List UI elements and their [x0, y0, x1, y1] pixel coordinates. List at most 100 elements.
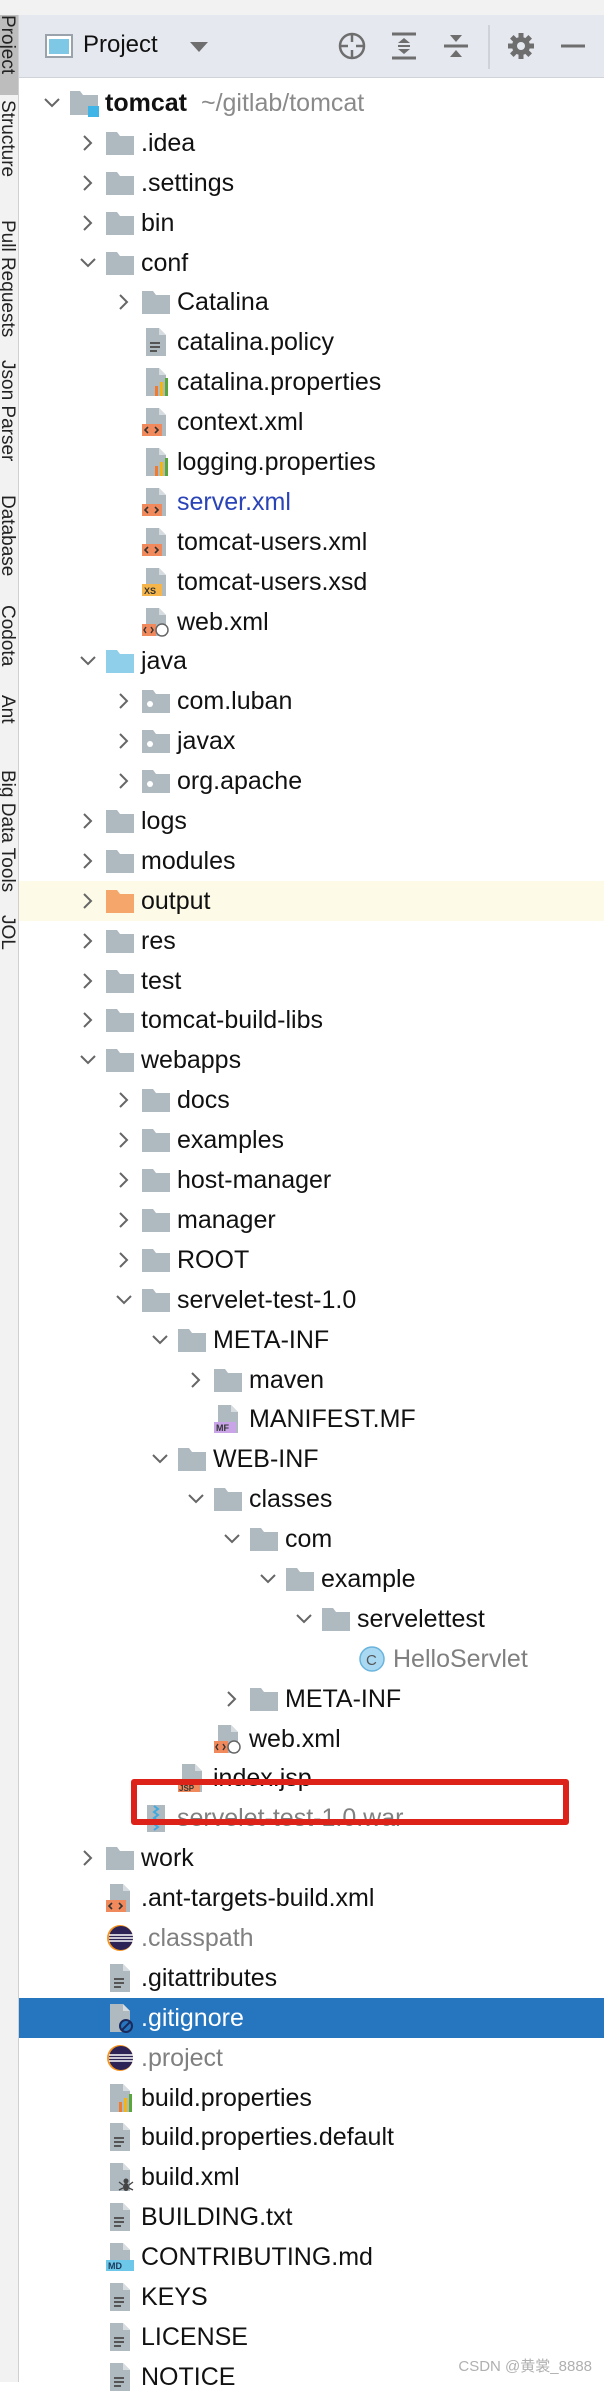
sidebar-tab-jol[interactable]: JOL	[0, 915, 18, 975]
minimize-icon[interactable]	[558, 31, 588, 61]
tree-row[interactable]: catalina.policy	[19, 322, 604, 362]
chevron-right-icon[interactable]	[78, 891, 98, 911]
tree-row[interactable]: logging.properties	[19, 442, 604, 482]
tree-row[interactable]: docs	[19, 1080, 604, 1120]
tree-row[interactable]: com.luban	[19, 681, 604, 721]
chevron-down-icon[interactable]	[114, 1290, 134, 1310]
chevron-right-icon[interactable]	[78, 1848, 98, 1868]
tree-row[interactable]: host-manager	[19, 1160, 604, 1200]
tree-row[interactable]: build.properties.default	[19, 2117, 604, 2157]
collapse-all-icon[interactable]	[441, 31, 471, 61]
tree-row[interactable]: .idea	[19, 123, 604, 163]
tree-row[interactable]: manager	[19, 1200, 604, 1240]
chevron-down-icon[interactable]	[150, 1330, 170, 1350]
tree-row[interactable]: java	[19, 641, 604, 681]
tree-row[interactable]: MF MANIFEST.MF	[19, 1399, 604, 1439]
tree-row[interactable]: conf	[19, 243, 604, 283]
tree-row[interactable]: test	[19, 961, 604, 1001]
chevron-right-icon[interactable]	[114, 292, 134, 312]
tree-row[interactable]: LICENSE	[19, 2317, 604, 2357]
tree-row[interactable]: context.xml	[19, 402, 604, 442]
tree-row[interactable]: com	[19, 1519, 604, 1559]
tree-row-root[interactable]: tomcat ~/gitlab/tomcat	[19, 83, 604, 123]
tree-row[interactable]: KEYS	[19, 2277, 604, 2317]
tree-row[interactable]: .gitignore	[19, 1997, 604, 2038]
tree-row[interactable]: webapps	[19, 1040, 604, 1080]
tree-row[interactable]: WEB-INF	[19, 1439, 604, 1479]
sidebar-tab-database[interactable]: Database	[0, 495, 18, 600]
chevron-down-icon[interactable]	[150, 1449, 170, 1469]
tree-row[interactable]: logs	[19, 801, 604, 841]
tree-row[interactable]: META-INF	[19, 1679, 604, 1719]
tree-row[interactable]: .classpath	[19, 1918, 604, 1958]
tree-row[interactable]: .ant-targets-build.xml	[19, 1878, 604, 1918]
tree-row[interactable]: tomcat-users.xml	[19, 522, 604, 562]
sidebar-tab-big-data-tools[interactable]: Big Data Tools	[0, 770, 18, 910]
chevron-right-icon[interactable]	[78, 173, 98, 193]
chevron-right-icon[interactable]	[78, 213, 98, 233]
tree-row[interactable]: .settings	[19, 163, 604, 203]
chevron-right-icon[interactable]	[114, 731, 134, 751]
chevron-right-icon[interactable]	[78, 851, 98, 871]
chevron-right-icon[interactable]	[78, 971, 98, 991]
sidebar-tab-ant[interactable]: Ant	[0, 695, 18, 765]
tree-row[interactable]: server.xml	[19, 482, 604, 522]
tree-row[interactable]: servelet-test-1.0.war	[19, 1798, 604, 1838]
tree-row[interactable]: examples	[19, 1120, 604, 1160]
sidebar-tab-structure[interactable]: Structure	[0, 100, 18, 215]
chevron-right-icon[interactable]	[186, 1370, 206, 1390]
chevron-right-icon[interactable]	[114, 691, 134, 711]
tree-row[interactable]: META-INF	[19, 1320, 604, 1360]
locate-icon[interactable]	[337, 31, 367, 61]
tree-row[interactable]: C HelloServlet	[19, 1639, 604, 1679]
tree-row[interactable]: .gitattributes	[19, 1958, 604, 1998]
chevron-down-icon[interactable]	[78, 253, 98, 273]
tree-row[interactable]: .project	[19, 2038, 604, 2078]
tree-row[interactable]: output	[19, 880, 604, 921]
chevron-right-icon[interactable]	[114, 1170, 134, 1190]
tree-row[interactable]: web.xml	[19, 602, 604, 642]
chevron-right-icon[interactable]	[78, 133, 98, 153]
chevron-right-icon[interactable]	[114, 771, 134, 791]
tree-row[interactable]: build.properties	[19, 2078, 604, 2118]
chevron-down-icon[interactable]	[294, 1609, 314, 1629]
tree-row[interactable]: classes	[19, 1479, 604, 1519]
chevron-down-icon[interactable]	[258, 1569, 278, 1589]
sidebar-tab-json-parser[interactable]: Json Parser	[0, 360, 18, 490]
chevron-down-icon[interactable]	[78, 1050, 98, 1070]
sidebar-tab-pull-requests[interactable]: Pull Requests	[0, 220, 18, 355]
sidebar-tab-codota[interactable]: Codota	[0, 605, 18, 690]
tree-row[interactable]: ROOT	[19, 1240, 604, 1280]
tree-row[interactable]: javax	[19, 721, 604, 761]
tree-row[interactable]: res	[19, 921, 604, 961]
tree-row[interactable]: web.xml	[19, 1719, 604, 1759]
tree-row[interactable]: JSP index.jsp	[19, 1758, 604, 1798]
tree-row[interactable]: modules	[19, 841, 604, 881]
tree-row[interactable]: MD CONTRIBUTING.md	[19, 2237, 604, 2277]
chevron-right-icon[interactable]	[114, 1250, 134, 1270]
gear-icon[interactable]	[506, 31, 536, 61]
project-view-selector[interactable]: Project	[83, 31, 158, 59]
chevron-right-icon[interactable]	[78, 1010, 98, 1030]
tree-row[interactable]: build.xml	[19, 2157, 604, 2197]
tree-row[interactable]: maven	[19, 1360, 604, 1400]
tree-row[interactable]: bin	[19, 203, 604, 243]
dropdown-arrow-icon[interactable]	[184, 31, 214, 61]
tree-row[interactable]: servelet-test-1.0	[19, 1280, 604, 1320]
chevron-right-icon[interactable]	[114, 1090, 134, 1110]
tree-row[interactable]: BUILDING.txt	[19, 2197, 604, 2237]
tree-row[interactable]: Catalina	[19, 282, 604, 322]
expand-all-icon[interactable]	[389, 31, 419, 61]
chevron-right-icon[interactable]	[222, 1689, 242, 1709]
tree-row[interactable]: servelettest	[19, 1599, 604, 1639]
tree-row[interactable]: catalina.properties	[19, 362, 604, 402]
sidebar-tab-project[interactable]: Project	[0, 15, 18, 95]
tree-row[interactable]: work	[19, 1838, 604, 1878]
chevron-down-icon[interactable]	[78, 651, 98, 671]
chevron-right-icon[interactable]	[78, 931, 98, 951]
chevron-down-icon[interactable]	[186, 1489, 206, 1509]
tree-row[interactable]: org.apache	[19, 761, 604, 801]
chevron-right-icon[interactable]	[114, 1210, 134, 1230]
chevron-down-icon[interactable]	[42, 93, 62, 113]
tree-row[interactable]: XS tomcat-users.xsd	[19, 562, 604, 602]
